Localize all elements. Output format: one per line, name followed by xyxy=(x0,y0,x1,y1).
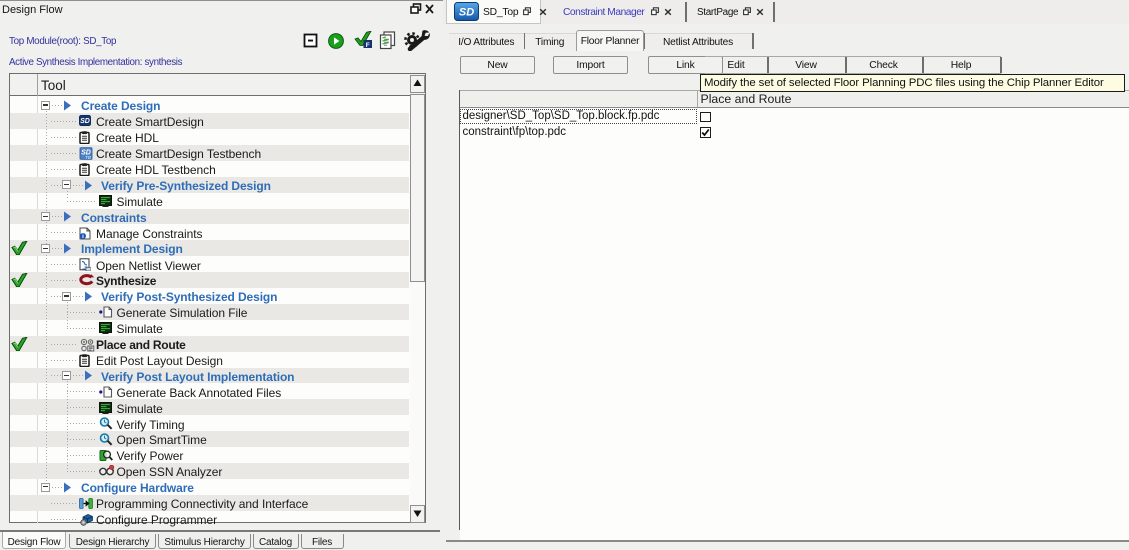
svg-text:SD: SD xyxy=(459,7,474,19)
svg-text:F: F xyxy=(366,42,370,49)
svg-text:SD: SD xyxy=(80,118,90,125)
svg-text:TB: TB xyxy=(85,155,91,160)
